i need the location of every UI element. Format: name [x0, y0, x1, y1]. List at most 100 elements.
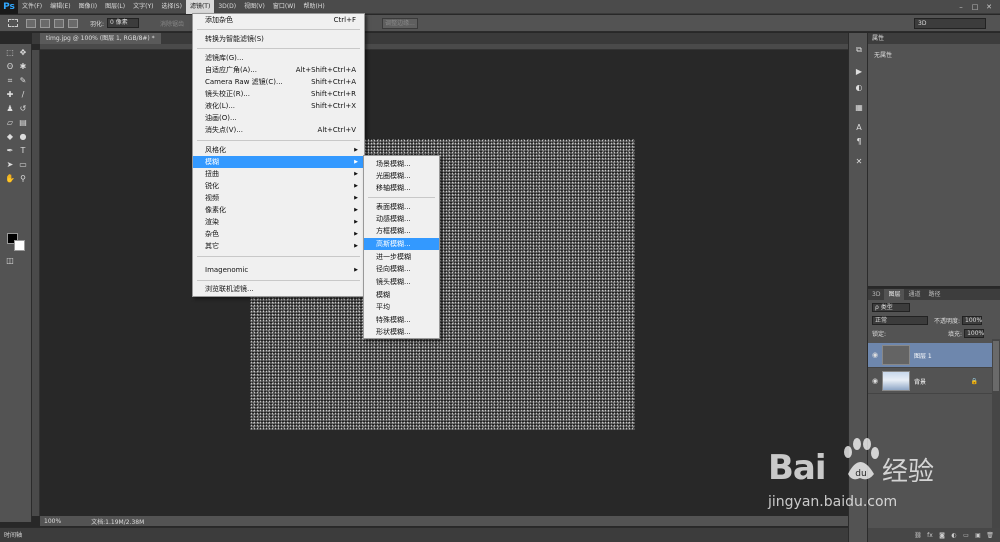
document-info[interactable]: 文档:1.19M/2.38M	[91, 517, 144, 526]
add-selection-icon[interactable]	[40, 18, 50, 28]
opacity-input[interactable]: 100%	[962, 316, 982, 325]
minimize-button[interactable]: –	[954, 3, 968, 11]
visibility-eye-icon[interactable]: ◉	[868, 351, 882, 359]
eyedropper-icon[interactable]: ✎	[18, 76, 28, 86]
menu-item-imagenomic[interactable]: Imagenomic ▶	[193, 264, 364, 276]
history-brush-icon[interactable]: ↺	[18, 104, 28, 114]
link-icon[interactable]: ⛓	[912, 532, 924, 539]
submenu-iris-blur[interactable]: 光圈模糊...	[364, 170, 439, 182]
brush-icon[interactable]: /	[18, 90, 28, 100]
menu-select[interactable]: 选择(S)	[157, 0, 186, 14]
menu-item-camera-raw[interactable]: Camera Raw 滤镜(C)... Shift+Ctrl+A	[193, 76, 364, 88]
submenu-blur-more[interactable]: 进一步模糊	[364, 251, 439, 263]
gradient-icon[interactable]: ▤	[18, 118, 28, 128]
paragraph-icon[interactable]: ¶	[854, 137, 864, 147]
maximize-button[interactable]: □	[968, 3, 982, 11]
menu-item-pixelate[interactable]: 像素化 ▶	[193, 204, 364, 216]
menu-item-adaptive-wide-angle[interactable]: 自适应广角(A)... Alt+Shift+Ctrl+A	[193, 64, 364, 76]
layers-scrollbar[interactable]	[992, 339, 1000, 529]
blend-mode-select[interactable]: 正常	[872, 316, 928, 325]
menu-help[interactable]: 帮助(H)	[300, 0, 329, 14]
submenu-gaussian-blur[interactable]: 高斯模糊...	[364, 238, 439, 250]
menu-item-liquify[interactable]: 液化(L)... Shift+Ctrl+X	[193, 100, 364, 112]
submenu-average[interactable]: 平均	[364, 301, 439, 313]
menu-file[interactable]: 文件(F)	[18, 0, 46, 14]
layer-row[interactable]: ◉ 图层 1	[868, 343, 992, 368]
feather-input[interactable]: 0 像素	[107, 18, 140, 28]
tab-paths[interactable]: 路径	[924, 289, 944, 300]
healing-icon[interactable]: ✚	[5, 90, 15, 100]
zoom-level[interactable]: 100%	[44, 518, 61, 525]
marquee-tool-icon[interactable]	[8, 19, 18, 27]
menu-filter[interactable]: 滤镜(T)	[185, 0, 215, 14]
menu-3d[interactable]: 3D(D)	[214, 0, 240, 14]
menu-edit[interactable]: 编辑(E)	[46, 0, 74, 14]
path-select-icon[interactable]: ➤	[5, 160, 15, 170]
type-icon[interactable]: T	[18, 146, 28, 156]
menu-item-vanishing-point[interactable]: 消失点(V)... Alt+Ctrl+V	[193, 124, 364, 136]
submenu-lens-blur[interactable]: 镜头模糊...	[364, 276, 439, 288]
menu-item-render[interactable]: 渲染 ▶	[193, 216, 364, 228]
antialias-checkbox[interactable]: 消除锯齿	[160, 19, 184, 28]
swatches-icon[interactable]: ▦	[854, 103, 864, 113]
document-tab[interactable]: timg.jpg @ 100% (图层 1, RGB/8#) *	[40, 33, 161, 44]
menu-item-browse-online-filters[interactable]: 浏览联机滤镜...	[193, 283, 364, 295]
submenu-radial-blur[interactable]: 径向模糊...	[364, 263, 439, 275]
move-icon[interactable]: ✥	[18, 48, 28, 58]
menu-item-add-noise[interactable]: 添加杂色 Ctrl+F	[193, 14, 364, 26]
menu-type[interactable]: 文字(Y)	[129, 0, 157, 14]
submenu-tilt-shift[interactable]: 移轴模糊...	[364, 182, 439, 194]
group-icon[interactable]: ▭	[960, 532, 972, 539]
menu-item-video[interactable]: 视频 ▶	[193, 192, 364, 204]
menu-layer[interactable]: 图层(L)	[101, 0, 129, 14]
lasso-icon[interactable]: ʘ	[5, 62, 15, 72]
stamp-icon[interactable]: ♟	[5, 104, 15, 114]
menu-item-filter-gallery[interactable]: 滤镜库(G)...	[193, 52, 364, 64]
timeline-tab[interactable]: 时间轴	[4, 530, 22, 539]
trash-icon[interactable]: 🗑	[984, 532, 996, 539]
zoom-icon[interactable]: ⚲	[18, 174, 28, 184]
new-layer-icon[interactable]: ▣	[972, 532, 984, 539]
properties-title[interactable]: 属性	[868, 33, 1000, 44]
hand-icon[interactable]: ✋	[5, 174, 15, 184]
quick-mask-icon[interactable]: ◫	[5, 256, 15, 266]
tool-presets-icon[interactable]: ✕	[854, 157, 864, 167]
intersect-selection-icon[interactable]	[68, 18, 78, 28]
fx-icon[interactable]: fx	[924, 532, 936, 539]
menu-item-other[interactable]: 其它 ▶	[193, 240, 364, 252]
submenu-box-blur[interactable]: 方框模糊...	[364, 225, 439, 237]
magic-wand-icon[interactable]: ✱	[18, 62, 28, 72]
mask-icon[interactable]: ◙	[936, 532, 948, 539]
menu-item-convert-smart-filter[interactable]: 转换为智能滤镜(S)	[193, 33, 364, 45]
submenu-motion-blur[interactable]: 动感模糊...	[364, 213, 439, 225]
menu-item-stylize[interactable]: 风格化 ▶	[193, 144, 364, 156]
subtract-selection-icon[interactable]	[54, 18, 64, 28]
blur-tool-icon[interactable]: ◆	[5, 132, 15, 142]
character-icon[interactable]: A	[854, 123, 864, 133]
adjustments-icon[interactable]: ◐	[854, 83, 864, 93]
menu-window[interactable]: 窗口(W)	[269, 0, 300, 14]
submenu-surface-blur[interactable]: 表面模糊...	[364, 201, 439, 213]
submenu-smart-blur[interactable]: 特殊模糊...	[364, 314, 439, 326]
layer-row[interactable]: ◉ 背景 🔒	[868, 369, 992, 394]
menu-item-distort[interactable]: 扭曲 ▶	[193, 168, 364, 180]
menu-image[interactable]: 图像(I)	[75, 0, 101, 14]
pen-icon[interactable]: ✒	[5, 146, 15, 156]
menu-view[interactable]: 视图(V)	[240, 0, 269, 14]
fill-input[interactable]: 100%	[964, 329, 984, 338]
menu-item-oil-paint[interactable]: 油画(O)...	[193, 112, 364, 124]
history-icon[interactable]: ⧉	[854, 45, 864, 55]
actions-icon[interactable]: ▶	[854, 67, 864, 77]
refine-edge-button[interactable]: 调整边缘...	[382, 18, 418, 29]
eraser-icon[interactable]: ▱	[5, 118, 15, 128]
submenu-blur[interactable]: 模糊	[364, 289, 439, 301]
tab-channels[interactable]: 通道	[904, 289, 924, 300]
background-color[interactable]	[14, 240, 25, 251]
submenu-field-blur[interactable]: 场景模糊...	[364, 158, 439, 170]
adjustment-icon[interactable]: ◐	[948, 532, 960, 539]
workspace-select[interactable]: 3D	[914, 18, 986, 29]
dodge-icon[interactable]: ●	[18, 132, 28, 142]
layer-kind-filter[interactable]: ρ 类型	[872, 303, 910, 312]
menu-item-sharpen[interactable]: 锐化 ▶	[193, 180, 364, 192]
menu-item-blur[interactable]: 模糊 ▶	[193, 156, 364, 168]
